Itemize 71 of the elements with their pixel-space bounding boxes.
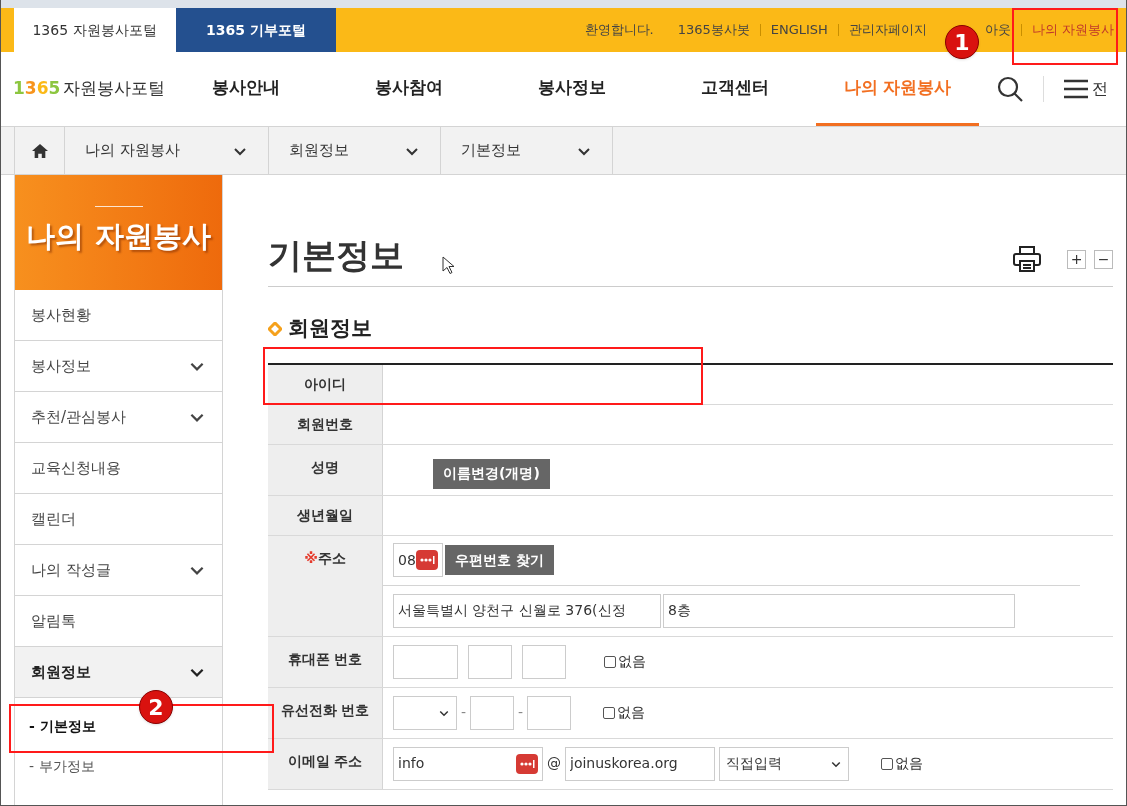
form-label: 회원번호 xyxy=(268,404,383,444)
input-field[interactable] xyxy=(470,695,515,730)
header-link[interactable]: 환영합니다. xyxy=(584,20,654,40)
nav-menu-item[interactable]: 고객센터 xyxy=(653,52,816,126)
nav-menu-item[interactable]: 봉사안내 xyxy=(164,52,327,126)
address-detail-field[interactable]: 8층 xyxy=(663,593,1015,628)
zoom-in-button[interactable]: + xyxy=(1067,249,1086,269)
form-label: 휴대폰 번호 xyxy=(268,636,383,687)
password-manager-icon[interactable] xyxy=(516,753,538,774)
input-field[interactable] xyxy=(527,695,572,730)
email-user-field[interactable]: info xyxy=(393,746,543,781)
sidebar-item[interactable]: 봉사정보 xyxy=(15,341,222,392)
sidebar-item[interactable]: 교육신청내용 xyxy=(15,443,222,494)
checkbox[interactable] xyxy=(604,655,616,668)
dash: - xyxy=(518,703,524,722)
form-label: 아이디 xyxy=(268,364,383,404)
form-label: 이메일 주소 xyxy=(268,738,383,789)
home-icon xyxy=(30,142,49,159)
checkbox-label: 없음 xyxy=(617,703,646,722)
select-field[interactable] xyxy=(393,695,457,730)
rename-button[interactable]: 이름변경(개명) xyxy=(433,458,550,489)
input-field[interactable] xyxy=(468,644,512,679)
form-label: 성명 xyxy=(268,444,383,495)
sidebar-subitem[interactable]: - 부가정보 xyxy=(29,746,95,786)
sidebar-subitem[interactable]: - 기본정보 xyxy=(29,706,96,746)
breadcrumb-dropdown[interactable]: 나의 자원봉사 xyxy=(65,127,269,174)
zip-search-button[interactable]: 우편번호 찾기 xyxy=(445,545,554,575)
checkbox[interactable] xyxy=(881,757,893,770)
header-link[interactable]: 관리자페이지 xyxy=(848,20,927,40)
breadcrumb-dropdown[interactable]: 회원정보 xyxy=(269,127,441,174)
header-link[interactable]: 1365봉사봇 xyxy=(677,20,750,40)
portal-tab[interactable]: 1365 자원봉사포털 xyxy=(14,8,175,52)
email-domain-field[interactable]: joinuskorea.org xyxy=(565,746,715,781)
dash: - xyxy=(461,703,467,722)
input-field[interactable] xyxy=(522,644,566,679)
address-field[interactable]: 서울특별시 양천구 신월로 376(신정 xyxy=(393,593,661,628)
header-link[interactable]: 아웃 xyxy=(984,20,1011,40)
page-title: 기본정보 xyxy=(268,238,404,272)
select-field[interactable]: 직접입력 xyxy=(719,746,849,781)
input-field[interactable] xyxy=(393,644,458,679)
checkbox-label: 없음 xyxy=(895,754,923,773)
cursor-icon xyxy=(442,256,454,274)
header-link[interactable]: ENGLISH xyxy=(770,20,828,40)
site-logo[interactable]: 1365 자원봉사포털 xyxy=(1,52,164,126)
nav-menu-item[interactable]: 봉사정보 xyxy=(490,52,653,126)
step-marker: 2 xyxy=(139,690,173,724)
zoom-out-button[interactable]: − xyxy=(1094,249,1113,269)
nav-menu-item[interactable]: 봉사참여 xyxy=(327,52,490,126)
checkbox[interactable] xyxy=(603,706,616,719)
print-icon[interactable] xyxy=(1013,246,1041,272)
sidebar-title: 나의 자원봉사 xyxy=(26,218,211,256)
portal-tab[interactable]: 1365 기부포털 xyxy=(175,8,336,52)
at-sign: @ xyxy=(547,754,561,773)
form-label: 생년월일 xyxy=(268,495,383,535)
password-manager-icon[interactable] xyxy=(416,550,438,570)
diamond-icon xyxy=(268,321,282,336)
sidebar-item[interactable]: 나의 작성글 xyxy=(15,545,222,596)
menu-icon xyxy=(1064,79,1088,99)
section-title: 회원정보 xyxy=(288,315,372,342)
sidebar-item[interactable]: 캘린더 xyxy=(15,494,222,545)
zip-code-field[interactable]: 08 xyxy=(393,543,443,577)
checkbox-label: 없음 xyxy=(618,652,646,671)
home-button[interactable] xyxy=(14,127,65,174)
search-icon[interactable] xyxy=(997,76,1023,102)
all-menu-button[interactable]: 전 xyxy=(1064,77,1108,101)
form-label: 유선전화 번호 xyxy=(268,687,383,738)
form-label: ※주소 xyxy=(268,535,383,636)
sidebar-item[interactable]: 회원정보 xyxy=(15,647,222,698)
breadcrumb-dropdown[interactable]: 기본정보 xyxy=(441,127,613,174)
sidebar-item[interactable]: 봉사현황 xyxy=(15,290,222,341)
sidebar-item[interactable]: 추천/관심봉사 xyxy=(15,392,222,443)
